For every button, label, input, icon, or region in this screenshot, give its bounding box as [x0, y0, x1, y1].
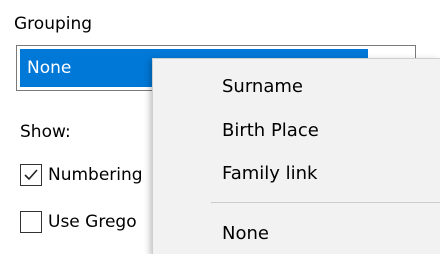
use-gregorian-checkbox[interactable]	[20, 211, 42, 233]
use-gregorian-checkbox-label: Use Grego	[48, 212, 137, 232]
menu-item-birth-place[interactable]: Birth Place	[153, 114, 440, 148]
checkmark-icon	[24, 169, 38, 181]
menu-item-family-link[interactable]: Family link	[153, 157, 440, 191]
numbering-checkbox[interactable]	[20, 164, 42, 186]
use-gregorian-checkbox-row[interactable]: Use Grego	[20, 209, 137, 235]
show-label: Show:	[20, 122, 71, 142]
grouping-label: Grouping	[14, 14, 93, 34]
menu-item-none[interactable]: None	[153, 217, 440, 251]
menu-item-surname[interactable]: Surname	[153, 70, 440, 104]
numbering-checkbox-label: Numbering	[48, 165, 143, 185]
numbering-checkbox-row[interactable]: Numbering	[20, 162, 143, 188]
grouping-dropdown-menu: Surname Birth Place Family link None	[152, 58, 440, 254]
menu-separator	[211, 202, 440, 203]
